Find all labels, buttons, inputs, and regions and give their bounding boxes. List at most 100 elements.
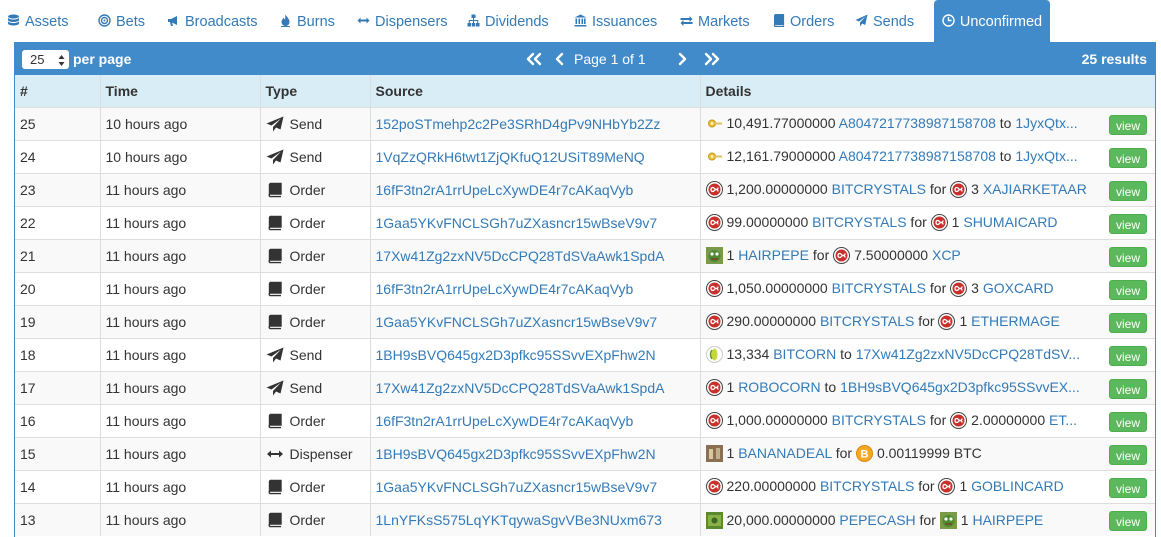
view-button[interactable]: view — [1109, 312, 1147, 333]
view-button[interactable]: view — [1109, 279, 1147, 300]
details-value: 3 — [971, 181, 983, 198]
tab-dispensers[interactable]: Dispensers — [357, 0, 457, 42]
book-icon — [772, 14, 785, 27]
details-link[interactable]: A8047217738987158708 — [839, 148, 996, 164]
source-address-link[interactable]: 1Gaa5YKvFNCLSGh7uZXasncr15wBseV9v7 — [376, 215, 658, 231]
details-text: 13,334 BITCORN to 17Xw41Zg2zxNV5DcCPQ28T… — [705, 346, 1080, 364]
tab-assets[interactable]: Assets — [7, 0, 87, 42]
details-link[interactable]: 17Xw41Zg2zxNV5DcCPQ28TdSV... — [856, 346, 1080, 362]
tab-broadcasts[interactable]: Broadcasts — [167, 0, 267, 42]
column-header-type[interactable]: Type — [260, 75, 371, 107]
details-link[interactable]: BITCRYSTALS — [832, 280, 926, 296]
details-link[interactable]: BITCRYSTALS — [832, 412, 926, 428]
details-text: 99.00000000 BITCRYSTALS for 1 SHUMAICARD — [705, 214, 1057, 232]
source-address-link[interactable]: 17Xw41Zg2zxNV5DcCPQ28TdSVaAwk1SpdA — [376, 248, 665, 264]
next-page-button[interactable] — [676, 52, 688, 66]
source-address-link[interactable]: 1Gaa5YKvFNCLSGh7uZXasncr15wBseV9v7 — [376, 314, 658, 330]
tab-markets[interactable]: Markets — [680, 0, 760, 42]
details-link[interactable]: A8047217738987158708 — [839, 115, 996, 131]
view-button[interactable]: view — [1109, 213, 1147, 234]
details-link[interactable]: BITCRYSTALS — [812, 214, 906, 230]
view-button[interactable]: view — [1109, 246, 1147, 267]
tab-issuances[interactable]: Issuances — [574, 0, 669, 42]
bitcrystals-icon — [950, 280, 968, 298]
row-time: 11 hours ago — [100, 304, 261, 338]
bitcrystals-icon — [705, 412, 723, 430]
details-value: 1 — [726, 379, 739, 396]
details-link[interactable]: BITCORN — [773, 346, 836, 362]
row-source: 17Xw41Zg2zxNV5DcCPQ28TdSVaAwk1SpdA — [370, 238, 701, 272]
view-button[interactable]: view — [1109, 477, 1147, 498]
view-button[interactable]: view — [1109, 345, 1147, 366]
details-link[interactable]: XAJIARKETAAR — [983, 181, 1087, 197]
details-link[interactable]: ET... — [1049, 412, 1077, 428]
details-link[interactable]: BANANADEAL — [738, 445, 832, 461]
details-link[interactable]: SHUMAICARD — [963, 214, 1057, 230]
view-button[interactable]: view — [1109, 378, 1147, 399]
details-link[interactable]: XCP — [932, 247, 961, 263]
source-address-link[interactable]: 1BH9sBVQ645gx2D3pfkc95SSvvEXpFhw2N — [376, 446, 656, 462]
view-button[interactable]: view — [1109, 147, 1147, 168]
bitcrystals-icon — [833, 247, 851, 265]
row-details: 220.00000000 BITCRYSTALS for 1 GOBLINCAR… — [700, 469, 1155, 503]
prev-page-button[interactable] — [554, 52, 566, 66]
column-header-source[interactable]: Source — [370, 75, 701, 107]
table-row: 13 11 hours ago Order 1LnYFKsS575LqYKTqywaS… — [15, 502, 1155, 536]
details-link[interactable]: BITCRYSTALS — [832, 181, 926, 197]
source-address-link[interactable]: 1LnYFKsS575LqYKTqywaSgvVBe3NUxm673 — [376, 512, 662, 528]
row-type: Order — [260, 403, 371, 437]
source-address-link[interactable]: 16fF3tn2rA1rrUpeLcXywDE4r7cAKaqVyb — [376, 413, 634, 429]
details-link[interactable]: BITCRYSTALS — [820, 313, 914, 329]
column-header-details[interactable]: Details — [700, 75, 1155, 107]
details-link[interactable]: BITCRYSTALS — [820, 478, 914, 494]
tab-bets[interactable]: Bets — [98, 0, 158, 42]
tab-orders[interactable]: Orders — [772, 0, 847, 42]
source-address-link[interactable]: 152poSTmehp2c2Pe3SRhD4gPv9NHbYb2Zz — [376, 116, 661, 132]
source-address-link[interactable]: 16fF3tn2rA1rrUpeLcXywDE4r7cAKaqVyb — [376, 182, 634, 198]
details-link[interactable]: GOXCARD — [983, 280, 1054, 296]
details-link[interactable]: 1JyxQtx... — [1015, 148, 1077, 164]
details-link[interactable]: 1BH9sBVQ645gx2D3pfkc95SSvvEX... — [840, 379, 1080, 395]
view-button[interactable]: view — [1109, 180, 1147, 201]
details-link[interactable]: PEPECASH — [839, 512, 915, 528]
details-value: for — [831, 445, 856, 462]
bitcrystals-icon — [950, 412, 968, 430]
details-link[interactable]: ROBOCORN — [738, 379, 820, 395]
view-button[interactable]: view — [1109, 444, 1147, 465]
column-header-number[interactable]: # — [15, 75, 101, 107]
view-button[interactable]: view — [1109, 411, 1147, 432]
source-address-link[interactable]: 1Gaa5YKvFNCLSGh7uZXasncr15wBseV9v7 — [376, 479, 658, 495]
row-number: 23 — [15, 172, 101, 206]
clock-icon — [942, 14, 955, 27]
details-link[interactable]: 1JyxQtx... — [1015, 115, 1077, 131]
source-address-link[interactable]: 1VqZzQRkH6twt1ZjQKfuQ12USiT89MeNQ — [376, 149, 645, 165]
tab-dividends[interactable]: Dividends — [467, 0, 557, 42]
tab-sends[interactable]: Sends — [855, 0, 925, 42]
fire-icon — [279, 14, 292, 27]
row-number: 14 — [15, 469, 101, 503]
last-page-button[interactable] — [703, 52, 721, 66]
tab-burns[interactable]: Burns — [279, 0, 349, 42]
row-details: 13,334 BITCORN to 17Xw41Zg2zxNV5DcCPQ28T… — [700, 337, 1155, 371]
view-button[interactable]: view — [1109, 510, 1147, 531]
source-address-link[interactable]: 1BH9sBVQ645gx2D3pfkc95SSvvEXpFhw2N — [376, 347, 656, 363]
details-link[interactable]: HAIRPEPE — [738, 247, 809, 263]
tab-unconfirmed[interactable]: Unconfirmed — [934, 0, 1050, 44]
details-value: for — [926, 412, 951, 429]
view-button[interactable]: view — [1109, 114, 1147, 135]
details-link[interactable]: ETHERMAGE — [971, 313, 1060, 329]
row-number: 25 — [15, 106, 101, 140]
book-icon — [266, 512, 284, 528]
details-link[interactable]: HAIRPEPE — [972, 512, 1043, 528]
source-address-link[interactable]: 16fF3tn2rA1rrUpeLcXywDE4r7cAKaqVyb — [376, 281, 634, 297]
first-page-button[interactable] — [525, 52, 543, 66]
row-time: 10 hours ago — [100, 106, 261, 140]
table-row: 18 11 hours ago Send 1BH9sBVQ645gx2D3pfkc95… — [15, 337, 1155, 371]
details-link[interactable]: GOBLINCARD — [971, 478, 1064, 494]
column-header-time[interactable]: Time — [100, 75, 261, 107]
per-page-select[interactable]: 25 — [22, 50, 69, 69]
source-address-link[interactable]: 17Xw41Zg2zxNV5DcCPQ28TdSVaAwk1SpdA — [376, 380, 665, 396]
row-type: Order — [260, 172, 371, 206]
book-icon — [266, 479, 284, 495]
table-header-row: # Time Type Source Details — [15, 75, 1155, 107]
